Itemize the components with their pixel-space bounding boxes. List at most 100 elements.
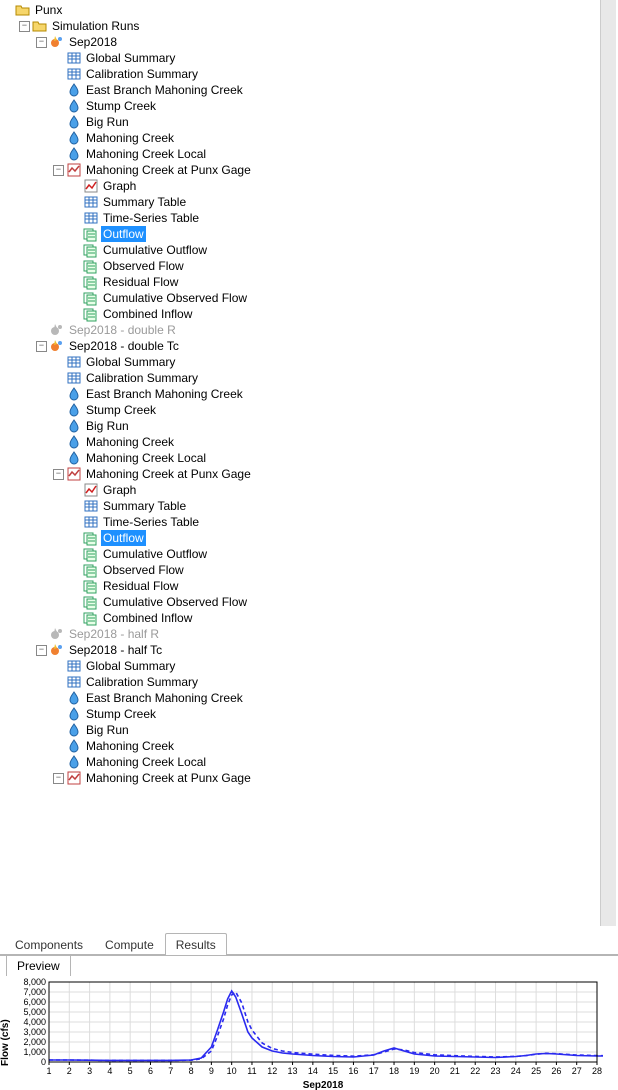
root-node[interactable]: Punx [33,2,64,18]
outflow-node[interactable]: Outflow [101,530,146,546]
basin-icon [66,386,82,402]
svg-text:19: 19 [409,1066,419,1076]
ts-icon [83,258,99,274]
run-node[interactable]: Sep2018 - half Tc [67,642,164,658]
basin-icon [66,450,82,466]
ts-icon [83,530,99,546]
gage-icon [66,466,82,482]
gage-result-node[interactable]: Combined Inflow [101,610,194,626]
gage-result-node[interactable]: Graph [101,178,138,194]
svg-text:5: 5 [128,1066,133,1076]
run-icon [49,626,65,642]
result-node[interactable]: Big Run [84,114,131,130]
result-node[interactable]: Global Summary [84,354,177,370]
tab-components[interactable]: Components [4,933,94,955]
gage-result-node[interactable]: Summary Table [101,194,188,210]
run-node[interactable]: Sep2018 - double R [67,322,178,338]
result-node[interactable]: Big Run [84,418,131,434]
gage-result-node[interactable]: Observed Flow [101,562,186,578]
basin-icon [66,114,82,130]
result-node[interactable]: Mahoning Creek [84,738,176,754]
outflow-node[interactable]: Outflow [101,226,146,242]
result-node[interactable]: Calibration Summary [84,66,200,82]
gage-icon [66,770,82,786]
gage-result-node[interactable]: Summary Table [101,498,188,514]
result-node[interactable]: Global Summary [84,658,177,674]
toggle-icon[interactable]: − [19,21,30,32]
svg-text:24: 24 [511,1066,521,1076]
ts-icon [83,306,99,322]
basin-icon [66,690,82,706]
graph-icon [83,178,99,194]
svg-text:15: 15 [328,1066,338,1076]
gage-result-node[interactable]: Cumulative Outflow [101,242,209,258]
ts-icon [83,594,99,610]
result-node[interactable]: East Branch Mahoning Creek [84,82,245,98]
gage-result-node[interactable]: Graph [101,482,138,498]
basin-icon [66,146,82,162]
svg-text:Sep2018: Sep2018 [303,1080,344,1090]
result-node[interactable]: Mahoning Creek Local [84,754,208,770]
gage-node[interactable]: Mahoning Creek at Punx Gage [84,162,253,178]
gage-node[interactable]: Mahoning Creek at Punx Gage [84,466,253,482]
result-node[interactable]: Big Run [84,722,131,738]
svg-text:26: 26 [551,1066,561,1076]
gage-result-node[interactable]: Combined Inflow [101,306,194,322]
ts-icon [83,226,99,242]
result-node[interactable]: Calibration Summary [84,674,200,690]
result-node[interactable]: Stump Creek [84,706,158,722]
tab-preview[interactable]: Preview [6,956,71,976]
result-node[interactable]: Stump Creek [84,98,158,114]
gage-node[interactable]: Mahoning Creek at Punx Gage [84,770,253,786]
table-icon [83,498,99,514]
table-icon [66,370,82,386]
basin-icon [66,738,82,754]
svg-text:6: 6 [148,1066,153,1076]
gage-result-node[interactable]: Time-Series Table [101,514,201,530]
tab-results[interactable]: Results [165,933,227,955]
basin-icon [66,418,82,434]
run-node[interactable]: Sep2018 [67,34,119,50]
svg-text:18: 18 [389,1066,399,1076]
run-node[interactable]: Sep2018 - double Tc [67,338,181,354]
ts-icon [83,274,99,290]
toggle-icon[interactable]: − [53,773,64,784]
run-icon [49,34,65,50]
toggle-icon[interactable]: − [36,645,47,656]
result-node[interactable]: Mahoning Creek Local [84,450,208,466]
run-node[interactable]: Sep2018 - half R [67,626,161,642]
svg-text:21: 21 [450,1066,460,1076]
table-icon [66,66,82,82]
basin-icon [66,402,82,418]
table-icon [83,514,99,530]
gage-result-node[interactable]: Residual Flow [101,578,180,594]
gage-result-node[interactable]: Residual Flow [101,274,180,290]
result-node[interactable]: Mahoning Creek [84,434,176,450]
svg-text:2,000: 2,000 [23,1037,46,1047]
run-icon [49,338,65,354]
basin-icon [66,706,82,722]
svg-text:16: 16 [348,1066,358,1076]
result-node[interactable]: Stump Creek [84,402,158,418]
gage-result-node[interactable]: Cumulative Outflow [101,546,209,562]
toggle-icon[interactable]: − [53,165,64,176]
tab-compute[interactable]: Compute [94,933,165,955]
result-node[interactable]: Mahoning Creek Local [84,146,208,162]
simulation-runs-folder[interactable]: Simulation Runs [50,18,141,34]
toggle-icon[interactable]: − [36,341,47,352]
gage-result-node[interactable]: Observed Flow [101,258,186,274]
gage-result-node[interactable]: Cumulative Observed Flow [101,290,249,306]
results-tree[interactable]: Punx−Simulation Runs−Sep2018Global Summa… [0,0,618,926]
table-icon [66,674,82,690]
result-node[interactable]: East Branch Mahoning Creek [84,690,245,706]
result-node[interactable]: East Branch Mahoning Creek [84,386,245,402]
toggle-icon[interactable]: − [53,469,64,480]
result-node[interactable]: Mahoning Creek [84,130,176,146]
toggle-icon[interactable]: − [36,37,47,48]
result-node[interactable]: Calibration Summary [84,370,200,386]
result-node[interactable]: Global Summary [84,50,177,66]
gage-result-node[interactable]: Cumulative Observed Flow [101,594,249,610]
svg-text:14: 14 [308,1066,318,1076]
gage-result-node[interactable]: Time-Series Table [101,210,201,226]
svg-text:9: 9 [209,1066,214,1076]
